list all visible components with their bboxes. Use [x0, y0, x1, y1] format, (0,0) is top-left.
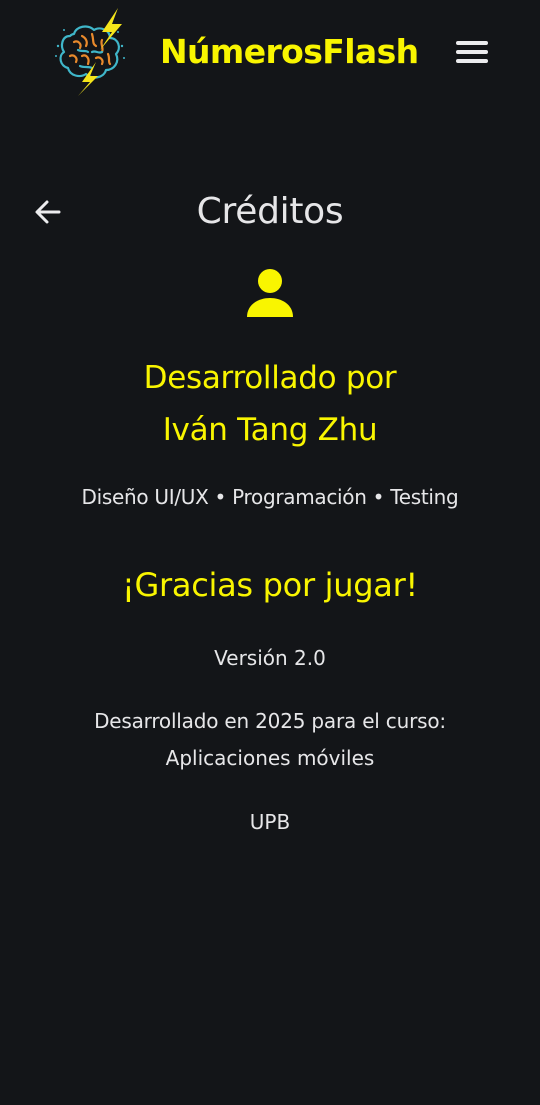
thanks-message: ¡Gracias por jugar!	[122, 566, 418, 604]
app-title: NúmerosFlash	[160, 32, 419, 71]
course-info-line: Desarrollado en 2025 para el curso:	[94, 709, 446, 733]
course-name: Aplicaciones móviles	[165, 746, 375, 770]
university-name: UPB	[249, 810, 291, 834]
developer-roles: Diseño UI/UX • Programación • Testing	[81, 485, 459, 509]
version-text: Versión 2.0	[214, 646, 326, 670]
brain-lightning-logo-icon	[52, 6, 130, 96]
app-bar: NúmerosFlash	[0, 0, 540, 106]
page-title: Créditos	[196, 191, 344, 232]
hamburger-menu-icon[interactable]	[448, 30, 496, 74]
developed-by-label: Desarrollado por	[143, 360, 397, 396]
person-icon	[243, 268, 297, 320]
developer-name: Iván Tang Zhu	[162, 412, 378, 448]
